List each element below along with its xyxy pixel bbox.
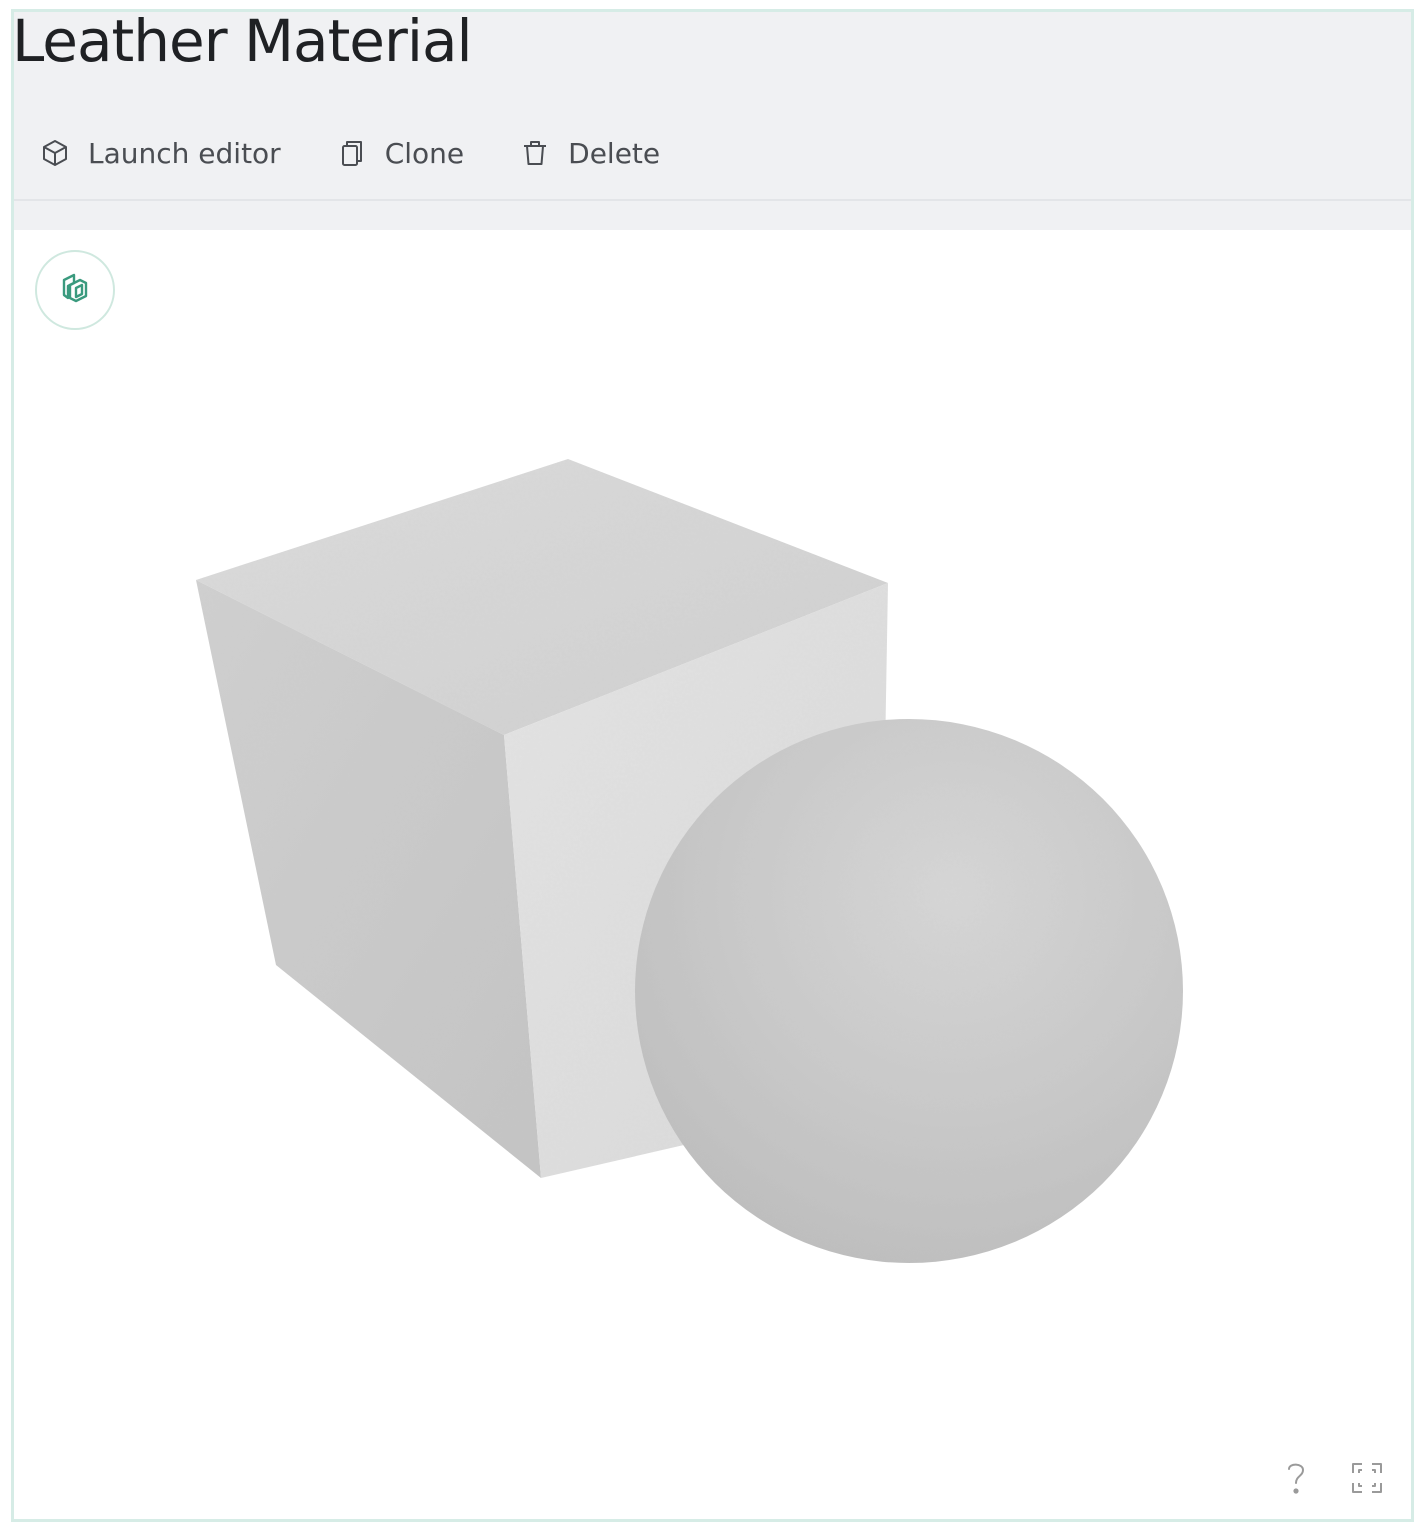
sphere-model [635,719,1183,1263]
sketchfab-logo-icon [58,271,92,310]
fullscreen-icon [1350,1461,1384,1500]
trash-icon [520,138,550,168]
help-button[interactable] [1276,1460,1316,1500]
cube-icon [40,138,70,168]
material-panel: Leather Material Launch editor Clone Del… [11,8,1414,1522]
panel-header: Leather Material Launch editor Clone Del… [12,8,1411,230]
copy-icon [337,138,367,168]
clone-label: Clone [384,136,465,170]
launch-editor-label: Launch editor [88,136,281,170]
viewer-logo-button[interactable] [35,250,115,330]
fullscreen-button[interactable] [1347,1460,1387,1500]
toolbar: Launch editor Clone Delete [40,128,716,178]
launch-editor-button[interactable]: Launch editor [40,137,281,170]
question-icon [1281,1458,1311,1503]
delete-label: Delete [568,136,661,170]
page-title: Leather Material [12,7,473,75]
clone-button[interactable]: Clone [337,137,464,170]
scene-render[interactable] [14,230,1411,1519]
delete-button[interactable]: Delete [520,137,660,170]
header-divider [14,199,1411,201]
3d-viewer[interactable] [14,230,1411,1519]
